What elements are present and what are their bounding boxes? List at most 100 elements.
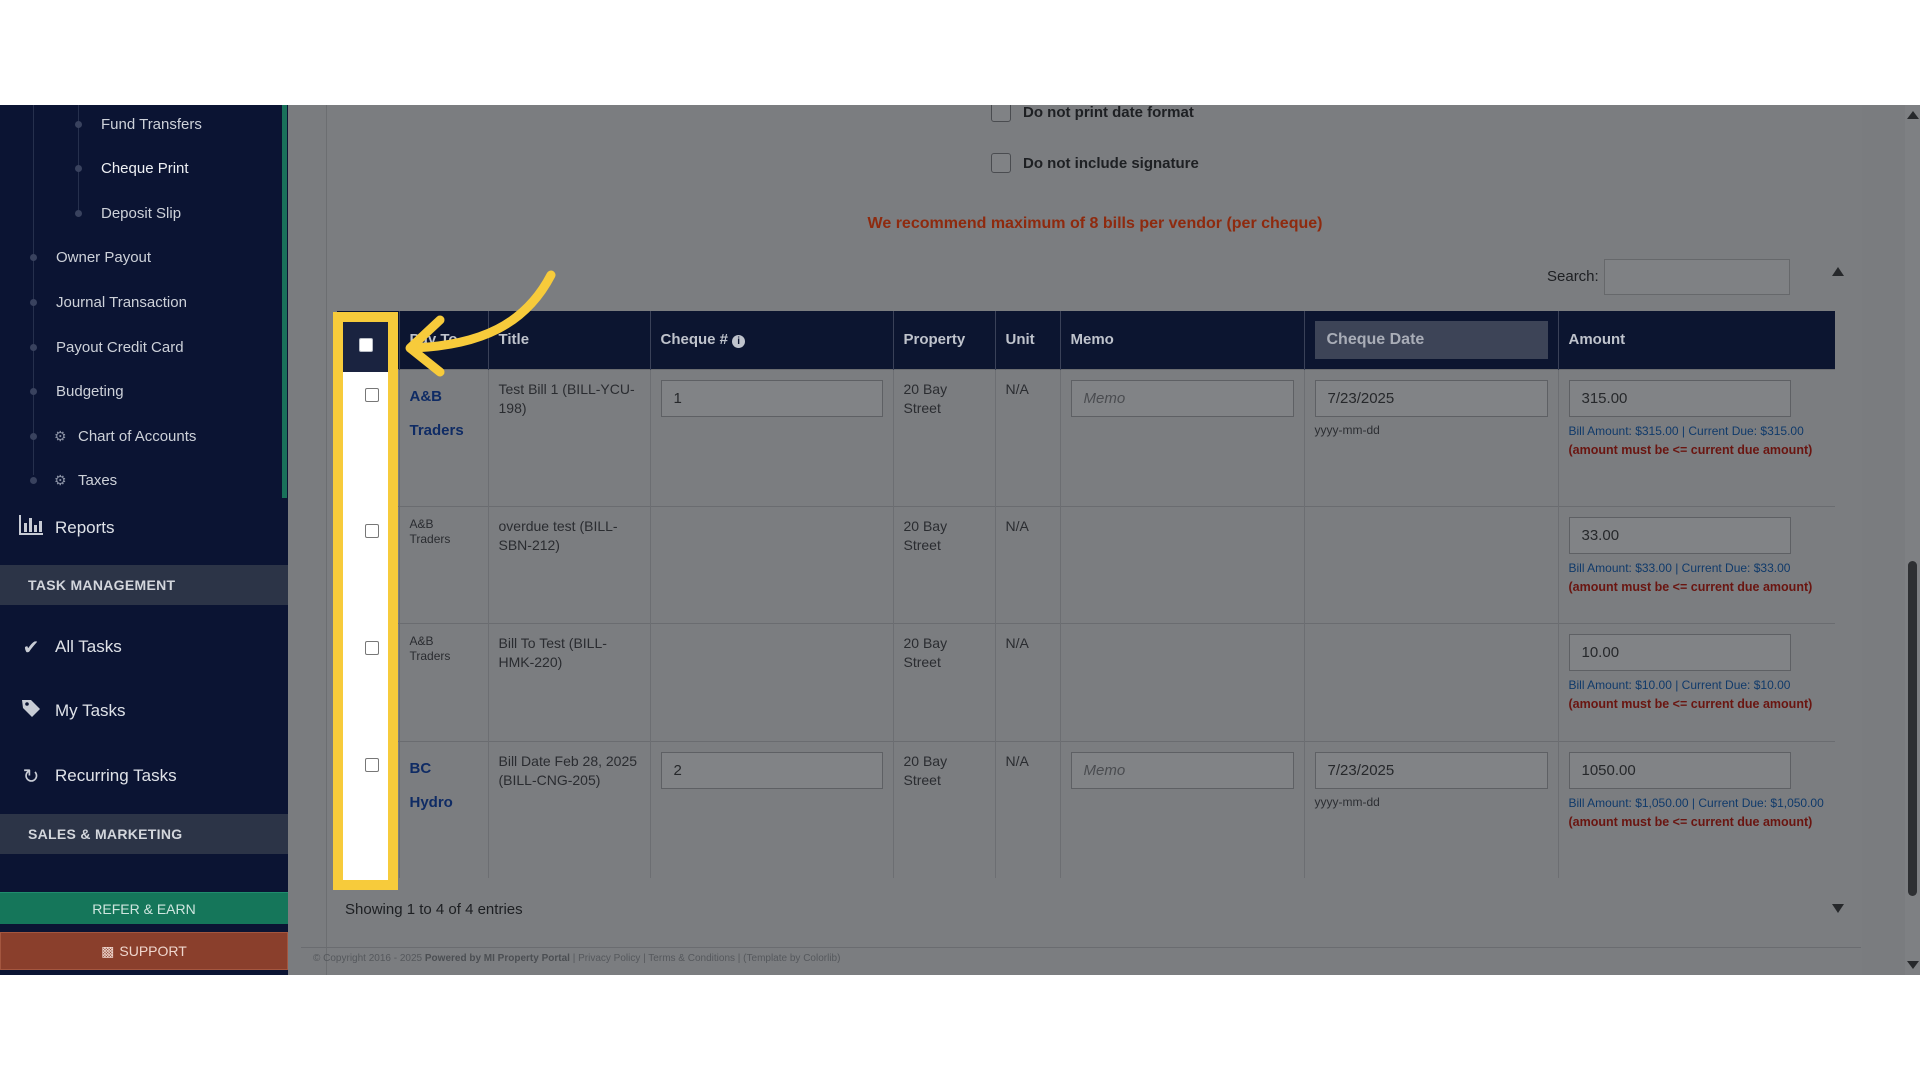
table-row: BC Hydro Bill Date Feb 28, 2025 (BILL-CN… (337, 740, 1835, 878)
sidebar-item-label: Owner Payout (56, 248, 152, 266)
table-header-row: Pay To Title Cheque # i Property Unit Me… (337, 311, 1835, 369)
header-cheque-number[interactable]: Cheque # i (650, 311, 894, 369)
cheque-number-input[interactable]: 1 (660, 379, 883, 417)
bullet-icon (30, 476, 37, 484)
title-cell: overdue test (BILL-SBN-212) (488, 505, 651, 623)
memo-input[interactable]: Memo (1070, 379, 1294, 417)
select-all-checkbox-highlighted[interactable] (359, 338, 373, 352)
refer-earn-button[interactable]: REFER & EARN (0, 892, 288, 924)
footer: © Copyright 2016 - 2025 Powered by MI Pr… (313, 953, 840, 964)
cheque-number-input[interactable]: 2 (660, 751, 883, 789)
vendor-link[interactable]: BC Hydro (410, 752, 478, 820)
footer-links[interactable]: | Privacy Policy | Terms & Conditions | (573, 953, 741, 964)
support-button[interactable]: ▩ SUPPORT (0, 932, 288, 970)
vendor-name: Traders (409, 421, 464, 439)
sidebar-item-label: Fund Transfers (101, 115, 202, 133)
refresh-icon: ↻ (22, 765, 40, 788)
powered-by-link[interactable]: Powered by MI Property Portal (425, 953, 570, 964)
vendor-link[interactable]: A&B Traders (410, 380, 478, 448)
sidebar-item-my-tasks[interactable]: My Tasks (0, 691, 288, 731)
bullet-icon (75, 120, 82, 128)
cheque-date-input[interactable]: 7/23/2025 (1314, 379, 1548, 417)
unit-cell: N/A (995, 740, 1061, 878)
sidebar-item-reports[interactable]: Reports (0, 508, 288, 548)
sidebar-item-label: Reports (55, 518, 115, 537)
checkbox[interactable] (991, 105, 1011, 122)
amount-cell: 10.00 Bill Amount: $10.00 | Current Due: … (1558, 622, 1835, 741)
sidebar-item-label: Payout Credit Card (56, 338, 184, 356)
header-amount[interactable]: Amount (1558, 311, 1835, 369)
amount-warning: (amount must be <= current due amount) (1568, 814, 1813, 829)
cheque-number-cell (650, 622, 894, 741)
cheque-print-panel: Do not print date format Do not include … (301, 105, 1862, 975)
amount-input[interactable]: 1050.00 (1568, 751, 1791, 789)
table-row: A&B Traders Bill To Test (BILL-HMK-220) 2… (337, 622, 1835, 741)
row-checkbox-highlighted[interactable] (365, 388, 379, 402)
option-no-signature[interactable]: Do not include signature (991, 153, 1199, 173)
sidebar-item-label: Recurring Tasks (55, 766, 177, 785)
amount-warning: (amount must be <= current due amount) (1568, 579, 1813, 594)
row-checkbox-highlighted[interactable] (365, 758, 379, 772)
bullet-icon (30, 387, 37, 395)
table-scroll-down-icon[interactable] (1832, 904, 1844, 913)
bills-table: Pay To Title Cheque # i Property Unit Me… (337, 311, 1835, 878)
header-title[interactable]: Title (488, 311, 651, 369)
header-cheque-date[interactable]: Cheque Date (1304, 311, 1559, 369)
property-cell: 20 Bay Street (893, 505, 996, 623)
vendor-name: A&B (409, 387, 443, 405)
sidebar-item-all-tasks[interactable]: ✔ All Tasks (0, 627, 288, 667)
sidebar-scrollbar[interactable] (282, 105, 287, 498)
header-memo[interactable]: Memo (1060, 311, 1305, 369)
search-input[interactable] (1604, 259, 1790, 295)
bullet-icon (75, 209, 82, 217)
scroll-up-icon[interactable] (1907, 111, 1919, 119)
amount-cell: 1050.00 Bill Amount: $1,050.00 | Current … (1558, 740, 1835, 878)
scroll-down-icon[interactable] (1907, 961, 1919, 969)
bullet-icon (30, 253, 37, 261)
sidebar-item-label: All Tasks (55, 637, 122, 656)
date-format-hint: yyyy-mm-dd (1314, 422, 1380, 437)
row-checkbox-highlighted[interactable] (365, 641, 379, 655)
section-task-management: TASK MANAGEMENT (0, 565, 288, 605)
checkbox[interactable] (991, 153, 1011, 173)
memo-input[interactable]: Memo (1070, 751, 1294, 789)
cheque-number-cell (650, 505, 894, 623)
amount-input[interactable]: 10.00 (1568, 633, 1791, 671)
cheque-date-input[interactable]: 7/23/2025 (1314, 751, 1548, 789)
pay-to-cell: A&B Traders (399, 622, 489, 741)
cheque-date-cell: 7/23/2025 yyyy-mm-dd (1304, 368, 1559, 506)
amount-cell: 315.00 Bill Amount: $315.00 | Current Due… (1558, 368, 1835, 506)
gear-icon: ⚙ (54, 427, 67, 444)
vendor-name-line: A&B (409, 633, 434, 648)
bill-amount-info: Bill Amount: $315.00 | Current Due: $315… (1568, 423, 1804, 438)
amount-input[interactable]: 315.00 (1568, 379, 1791, 417)
sidebar-item-label: My Tasks (55, 701, 126, 720)
recommendation-message: We recommend maximum of 8 bills per vend… (867, 215, 1323, 232)
bill-amount-info: Bill Amount: $33.00 | Current Due: $33.0… (1568, 560, 1791, 575)
check-icon: ✔ (22, 636, 40, 659)
property-cell: 20 Bay Street (893, 368, 996, 506)
page-scrollbar[interactable] (1905, 105, 1920, 975)
header-pay-to[interactable]: Pay To (399, 311, 489, 369)
option-no-date-format[interactable]: Do not print date format (991, 105, 1194, 122)
table-scroll-up-icon[interactable] (1832, 267, 1844, 276)
sidebar-item-recurring-tasks[interactable]: ↻ Recurring Tasks (0, 756, 288, 796)
header-property[interactable]: Property (893, 311, 996, 369)
table-row: A&B Traders Test Bill 1 (BILL-YCU-198) 1 … (337, 368, 1835, 506)
cheque-date-header-input[interactable]: Cheque Date (1314, 320, 1548, 359)
header-unit[interactable]: Unit (995, 311, 1061, 369)
row-checkbox-highlighted[interactable] (365, 524, 379, 538)
book-icon: ▩ (101, 942, 115, 959)
entries-summary: Showing 1 to 4 of 4 entries (345, 901, 523, 918)
footer-divider (301, 947, 1861, 948)
info-icon[interactable]: i (732, 335, 746, 349)
pay-to-cell: BC Hydro (399, 740, 489, 878)
bill-amount-info: Bill Amount: $1,050.00 | Current Due: $1… (1568, 795, 1824, 810)
memo-cell (1060, 622, 1305, 741)
sidebar: Fund Transfers Cheque Print Deposit Slip… (0, 105, 288, 975)
cheque-number-cell: 1 (650, 368, 894, 506)
search-label: Search: (1547, 268, 1599, 285)
scrollbar-thumb[interactable] (1908, 561, 1917, 896)
title-cell: Bill To Test (BILL-HMK-220) (488, 622, 651, 741)
amount-input[interactable]: 33.00 (1568, 516, 1791, 554)
